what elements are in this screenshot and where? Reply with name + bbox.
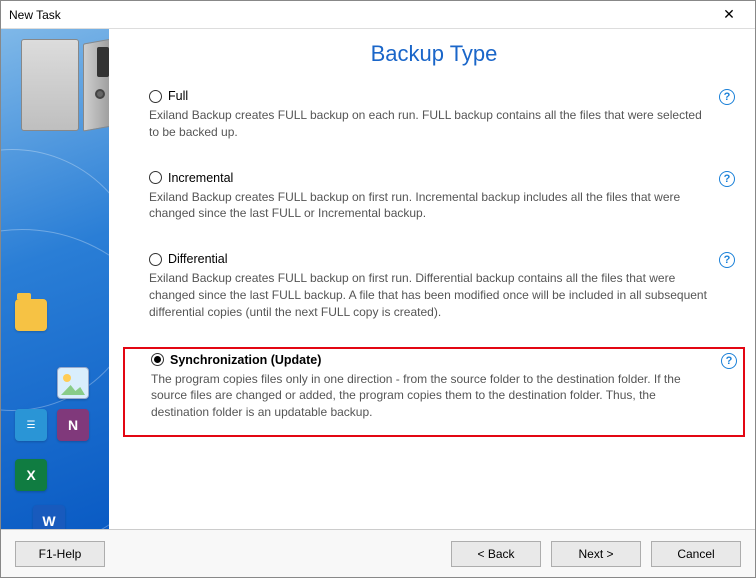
close-icon: ✕	[723, 6, 735, 23]
photo-icon	[57, 367, 89, 399]
window-title: New Task	[9, 8, 709, 22]
cancel-button[interactable]: Cancel	[651, 541, 741, 567]
onenote-icon: N	[57, 409, 89, 441]
option-sync-label: Synchronization (Update)	[170, 353, 321, 367]
help-button[interactable]: F1-Help	[15, 541, 105, 567]
option-incremental-desc: Exiland Backup creates FULL backup on fi…	[149, 189, 715, 223]
radio-full[interactable]	[149, 90, 162, 103]
back-button[interactable]: < Back	[451, 541, 541, 567]
wizard-main: Backup Type ? Full Exiland Backup create…	[109, 29, 755, 529]
radio-synchronization[interactable]	[151, 353, 164, 366]
contact-icon: ☰	[15, 409, 47, 441]
option-full[interactable]: ? Full Exiland Backup creates FULL backu…	[127, 85, 741, 155]
word-icon: W	[33, 505, 65, 529]
folder-icon	[15, 299, 47, 331]
option-full-desc: Exiland Backup creates FULL backup on ea…	[149, 107, 715, 141]
next-button[interactable]: Next >	[551, 541, 641, 567]
option-incremental[interactable]: ? Incremental Exiland Backup creates FUL…	[127, 167, 741, 237]
radio-incremental[interactable]	[149, 171, 162, 184]
help-icon[interactable]: ?	[719, 252, 735, 268]
option-incremental-label: Incremental	[168, 171, 233, 185]
wizard-sidebar: ☰ N X W	[1, 29, 109, 529]
option-differential[interactable]: ? Differential Exiland Backup creates FU…	[127, 248, 741, 334]
option-synchronization[interactable]: ? Synchronization (Update) The program c…	[123, 347, 745, 437]
excel-icon: X	[15, 459, 47, 491]
safe-illustration	[15, 39, 95, 139]
close-button[interactable]: ✕	[709, 2, 749, 28]
help-icon[interactable]: ?	[719, 171, 735, 187]
option-differential-desc: Exiland Backup creates FULL backup on fi…	[149, 270, 715, 320]
option-full-label: Full	[168, 89, 188, 103]
help-icon[interactable]: ?	[721, 353, 737, 369]
titlebar: New Task ✕	[1, 1, 755, 29]
wizard-footer: F1-Help < Back Next > Cancel	[1, 529, 755, 577]
option-sync-desc: The program copies files only in one dir…	[151, 371, 713, 421]
option-differential-label: Differential	[168, 252, 228, 266]
help-icon[interactable]: ?	[719, 89, 735, 105]
radio-differential[interactable]	[149, 253, 162, 266]
page-title: Backup Type	[127, 41, 741, 67]
